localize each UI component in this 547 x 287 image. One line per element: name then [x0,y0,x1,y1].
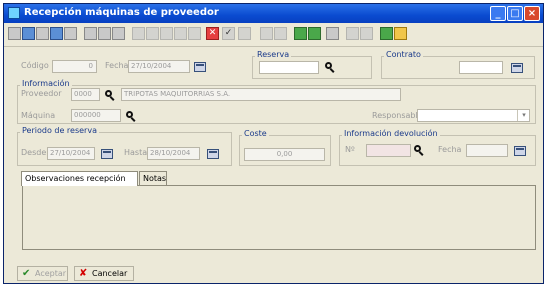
contrato-field[interactable] [459,61,503,74]
tab-observaciones-recepcion[interactable]: Observaciones recepción [21,171,138,186]
refresh-icon[interactable] [326,27,339,40]
folder-icon[interactable] [394,27,407,40]
minimize-button[interactable]: _ [490,6,506,21]
cancelar-label: Cancelar [92,269,128,278]
calendar-icon[interactable] [101,149,113,159]
check-icon: ✔ [22,268,31,279]
maquina-label: Máquina [21,111,56,120]
hasta-label: Hasta [124,148,148,157]
codigo-label: Código [21,61,49,70]
calendar-icon[interactable] [514,146,526,156]
export-icon[interactable] [360,27,373,40]
nav-extra-icon[interactable] [188,27,201,40]
fecha-field[interactable]: 27/10/2004 [128,60,190,73]
search-icon[interactable] [325,62,336,73]
delete-icon[interactable]: ✕ [206,27,219,40]
fecha-label: Fecha [105,61,129,70]
devolucion-no-label: Nº [345,145,355,154]
search-icon[interactable] [126,111,137,122]
title-bar[interactable]: Recepción máquinas de proveedor _ □ × [4,4,543,23]
contrato-label: Contrato [384,50,423,59]
responsable-select[interactable] [417,109,530,122]
app-icon [8,7,20,19]
cancelar-button[interactable]: ✘ Cancelar [74,266,134,281]
search-icon[interactable] [105,90,116,101]
nav-next-icon[interactable] [160,27,173,40]
reserva-field[interactable] [259,61,319,74]
cancel-icon: ✘ [79,268,88,279]
edit-icon[interactable] [50,27,63,40]
proveedor-name-field: TRIPOTAS MAQUITORRIAS S.A. [121,88,401,101]
window: Recepción máquinas de proveedor _ □ × ✕ … [3,3,544,284]
maximize-button[interactable]: □ [507,6,523,21]
informacion-label: Información [20,79,72,88]
find-binoculars-icon[interactable] [98,27,111,40]
nav-prev-icon[interactable] [146,27,159,40]
print-icon[interactable] [64,27,77,40]
toolbar: ✕ ✓ [4,24,543,47]
search-icon[interactable] [414,145,425,156]
close-button[interactable]: × [524,6,540,21]
maquina-field[interactable]: 000000 [71,109,121,122]
nav-last-icon[interactable] [174,27,187,40]
check-icon[interactable]: ✓ [222,27,235,40]
new-icon[interactable] [8,27,21,40]
aceptar-label: Aceptar [35,269,67,278]
desde-field[interactable]: 27/10/2004 [47,147,95,160]
save-icon[interactable] [22,27,35,40]
devolucion-fecha-field[interactable] [466,144,508,157]
calendar-icon[interactable] [194,62,206,72]
calendar-icon[interactable] [207,149,219,159]
grid-alt-icon[interactable] [274,27,287,40]
copy-icon[interactable] [36,27,49,40]
tool-icon[interactable] [238,27,251,40]
preview-icon[interactable] [112,27,125,40]
devolucion-fecha-label: Fecha [438,145,462,154]
search-icon[interactable] [84,27,97,40]
window-title: Recepción máquinas de proveedor [24,7,219,18]
proveedor-label: Proveedor [21,89,62,98]
calendar-icon[interactable] [511,63,523,73]
swap-icon[interactable] [346,27,359,40]
hasta-field[interactable]: 28/10/2004 [147,147,200,160]
excel-icon[interactable] [380,27,393,40]
tab-notas[interactable]: Notas [139,171,167,185]
proveedor-code-field[interactable]: 0000 [71,88,100,101]
desde-label: Desde [21,148,47,157]
chevron-down-icon[interactable]: ▾ [517,110,530,121]
grid-icon[interactable] [260,27,273,40]
coste-label: Coste [242,129,269,138]
codigo-field[interactable]: 0 [52,60,97,73]
coste-field[interactable]: 0,00 [244,148,325,161]
responsable-label: Responsable [372,111,423,120]
filter-icon[interactable] [294,27,307,40]
reserva-label: Reserva [255,50,292,59]
nav-first-icon[interactable] [132,27,145,40]
filter-alt-icon[interactable] [308,27,321,40]
periodo-label: Periodo de reserva [20,126,99,135]
aceptar-button[interactable]: ✔ Aceptar [17,266,68,281]
devolucion-no-field[interactable] [366,144,411,157]
info-devolucion-label: Información devolución [342,129,440,138]
observaciones-textarea[interactable] [22,185,536,250]
